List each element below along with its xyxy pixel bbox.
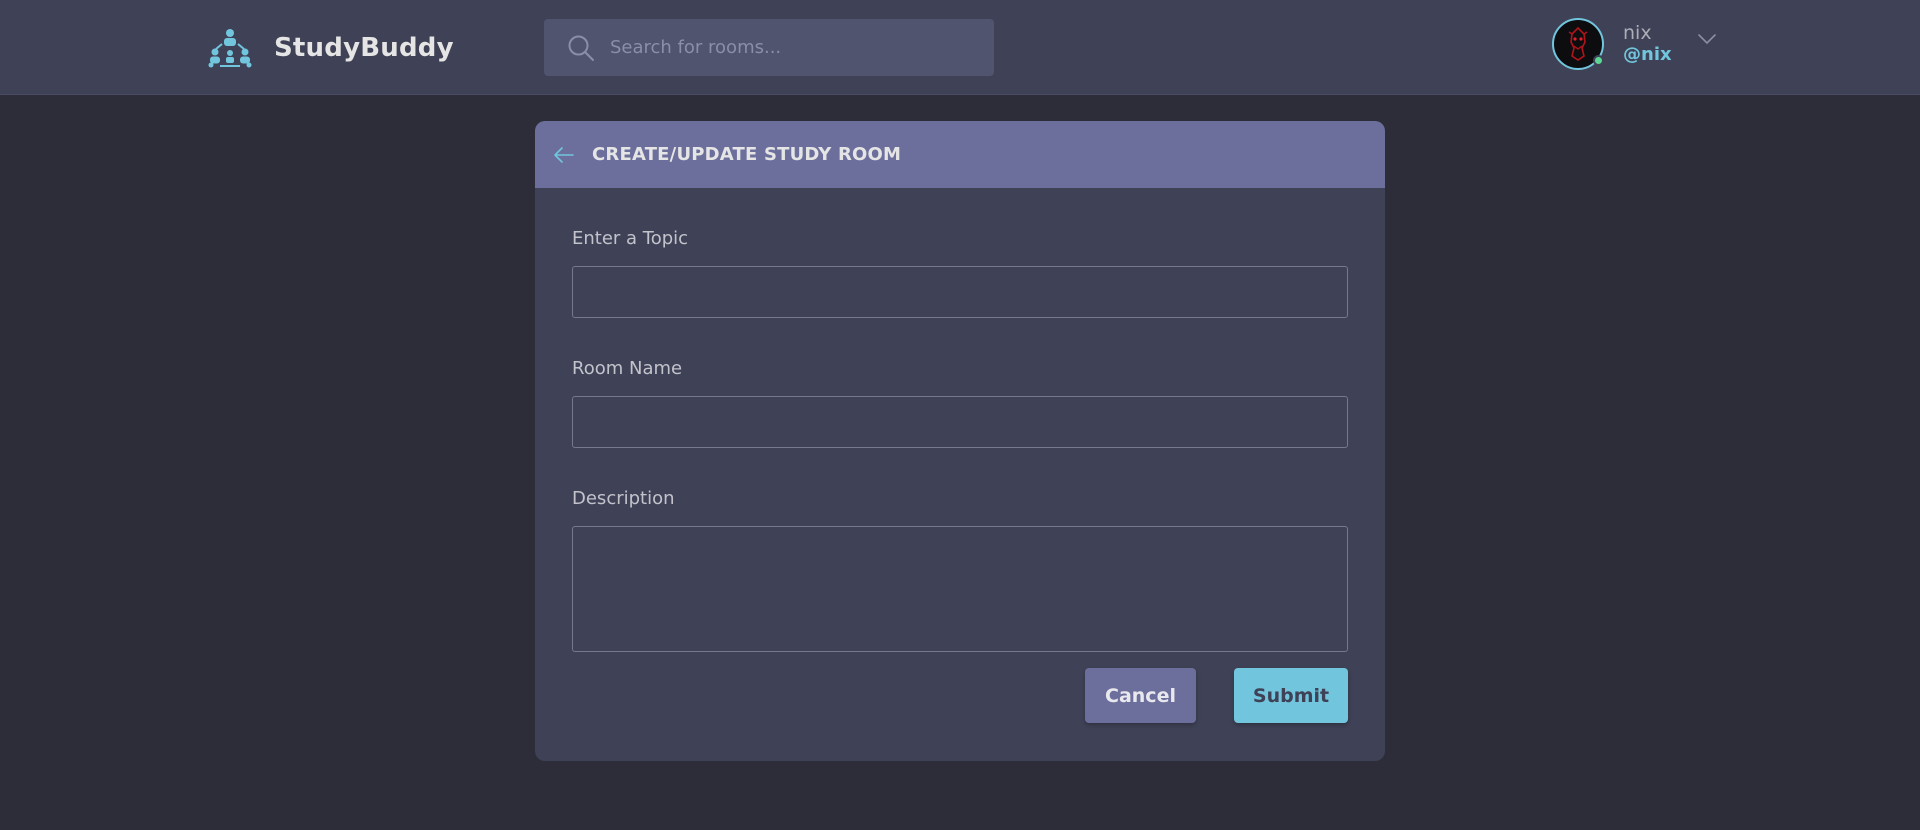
avatar[interactable] [1552, 18, 1604, 70]
description-textarea[interactable] [572, 526, 1348, 652]
user-menu[interactable]: nix @nix [1552, 18, 1718, 70]
form-actions: Cancel Submit [1085, 668, 1348, 723]
topic-input[interactable] [572, 266, 1348, 318]
card-header: CREATE/UPDATE STUDY ROOM [535, 121, 1385, 188]
room-form-card: CREATE/UPDATE STUDY ROOM Enter a Topic R… [535, 121, 1385, 761]
logo[interactable]: StudyBuddy [208, 28, 454, 68]
online-status-dot [1593, 55, 1604, 66]
room-name-input[interactable] [572, 396, 1348, 448]
room-form: Enter a Topic Room Name Description [535, 228, 1385, 652]
users-network-icon [208, 29, 252, 68]
room-name-label: Room Name [572, 358, 683, 379]
search-bar [544, 19, 994, 76]
user-name: nix [1623, 22, 1652, 44]
arrow-left-icon[interactable] [552, 143, 576, 167]
cancel-button[interactable]: Cancel [1085, 668, 1196, 723]
search-input[interactable] [610, 27, 980, 68]
topic-label: Enter a Topic [572, 228, 689, 249]
app-name: StudyBuddy [274, 33, 454, 63]
submit-button[interactable]: Submit [1234, 668, 1348, 723]
search-icon [568, 35, 594, 61]
description-label: Description [572, 488, 675, 509]
chevron-down-icon[interactable] [1696, 28, 1718, 50]
card-title: CREATE/UPDATE STUDY ROOM [592, 144, 902, 165]
top-navbar: StudyBuddy nix @nix [0, 0, 1920, 95]
user-handle: @nix [1623, 44, 1672, 65]
user-info: nix @nix [1623, 22, 1672, 66]
